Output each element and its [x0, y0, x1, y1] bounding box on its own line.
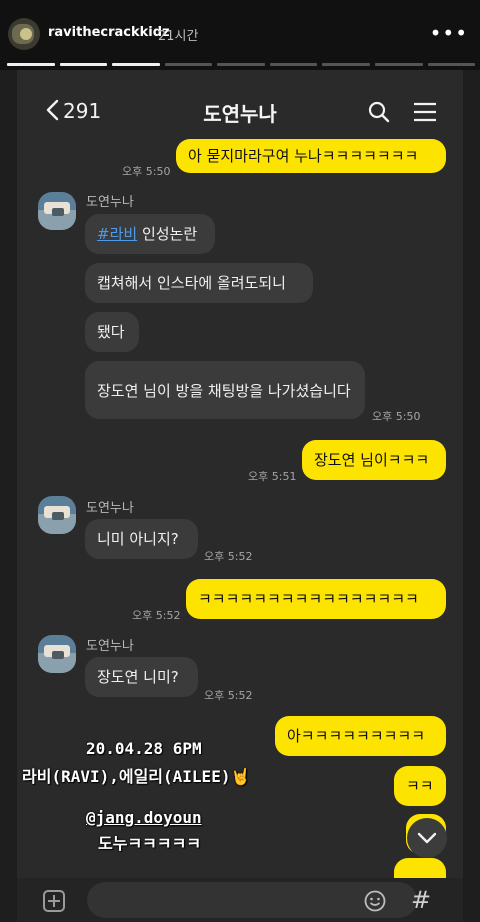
progress-segment: [59, 63, 108, 66]
progress-segment: [322, 63, 370, 66]
message-time: 오후 5:50: [122, 165, 171, 178]
progress-segment: [374, 63, 423, 66]
story-progress-bars: [7, 63, 476, 66]
message-text: 아 묻지마라구여 누나ㅋㅋㅋㅋㅋㅋㅋ: [188, 147, 419, 165]
message-time: 오후 5:52: [204, 550, 253, 563]
sender-avatar[interactable]: [38, 496, 76, 534]
message-bubble[interactable]: 장도연 님이ㅋㅋㅋ: [302, 440, 446, 480]
story-time-ago: 21시간: [158, 29, 199, 44]
overlay-mention[interactable]: @jang.doyoun: [86, 808, 202, 827]
chevron-down-icon: [417, 832, 437, 844]
chat-input-bar: #: [17, 878, 463, 922]
hashtag-link[interactable]: #라비: [97, 223, 137, 245]
attach-button[interactable]: [43, 890, 65, 912]
sender-name: 도연누나: [86, 195, 134, 210]
search-icon[interactable]: [368, 101, 390, 123]
message-text: 인성논란: [137, 225, 198, 243]
scroll-down-button[interactable]: [407, 818, 447, 858]
story-avatar[interactable]: [8, 18, 40, 50]
message-bubble[interactable]: #라비 인성논란: [85, 214, 215, 254]
message-time: 오후 5:52: [204, 689, 253, 702]
message-text: 장도연 님이ㅋㅋㅋ: [314, 451, 430, 469]
message-time: 오후 5:52: [132, 609, 181, 622]
sender-avatar[interactable]: [38, 192, 76, 230]
sender-avatar[interactable]: [38, 635, 76, 673]
message-bubble[interactable]: ㅋㅋㅋㅋㅋㅋㅋㅋㅋㅋㅋㅋㅋㅋㅋㅋ: [186, 579, 446, 619]
message-text: 니미 아니지?: [97, 530, 179, 548]
message-bubble: [394, 858, 446, 880]
overlay-date: 20.04.28 6PM: [86, 739, 202, 758]
progress-segment: [164, 63, 213, 66]
message-text: 장도연 니미?: [97, 668, 179, 686]
message-bubble[interactable]: 장도연 니미?: [85, 657, 198, 697]
message-time: 오후 5:51: [248, 470, 297, 483]
overlay-caption: 도누ㅋㅋㅋㅋㅋ: [98, 834, 202, 853]
chat-room-title: 도연누나: [203, 102, 277, 126]
more-options-icon[interactable]: •••: [430, 23, 468, 43]
message-bubble[interactable]: 장도연 님이 방을 채팅방을 나가셨습니다: [85, 361, 365, 419]
message-text: ㅋㅋ: [406, 777, 434, 795]
progress-segment: [269, 63, 318, 66]
message-bubble[interactable]: 아ㅋㅋㅋㅋㅋㅋㅋㅋㅋ: [275, 716, 446, 756]
sender-name: 도연누나: [86, 501, 134, 516]
sender-name: 도연누나: [86, 639, 134, 654]
hash-icon[interactable]: #: [411, 886, 431, 914]
progress-segment: [217, 63, 265, 66]
message-text: 됐다: [97, 323, 125, 341]
progress-segment: [112, 63, 160, 66]
message-bubble[interactable]: 캡쳐해서 인스타에 올려도되니: [85, 263, 313, 303]
message-text: 장도연 님이 방을 채팅방을 나가셨습니다: [97, 382, 351, 400]
emoji-icon[interactable]: [364, 890, 386, 912]
message-text: 캡쳐해서 인스타에 올려도되니: [97, 274, 286, 292]
message-bubble[interactable]: 니미 아니지?: [85, 519, 198, 559]
story-header: ravithecrackkidz 21시간 •••: [0, 0, 480, 70]
progress-segment: [427, 63, 476, 66]
plus-icon: [48, 895, 60, 907]
message-text: 아ㅋㅋㅋㅋㅋㅋㅋㅋㅋ: [287, 727, 426, 745]
progress-segment: [7, 63, 55, 66]
chat-topbar: 291 도연누나: [17, 82, 463, 140]
overlay-artists: 라비(RAVI),에일리(AILEE)🤘: [22, 767, 251, 786]
message-bubble[interactable]: 아 묻지마라구여 누나ㅋㅋㅋㅋㅋㅋㅋ: [176, 139, 446, 173]
message-bubble[interactable]: 됐다: [85, 312, 139, 352]
story-username[interactable]: ravithecrackkidz: [48, 25, 170, 40]
message-time: 오후 5:50: [372, 410, 421, 423]
message-bubble[interactable]: ㅋㅋ: [394, 766, 446, 806]
message-text: ㅋㅋㅋㅋㅋㅋㅋㅋㅋㅋㅋㅋㅋㅋㅋㅋ: [198, 590, 419, 608]
menu-icon[interactable]: [413, 102, 437, 122]
